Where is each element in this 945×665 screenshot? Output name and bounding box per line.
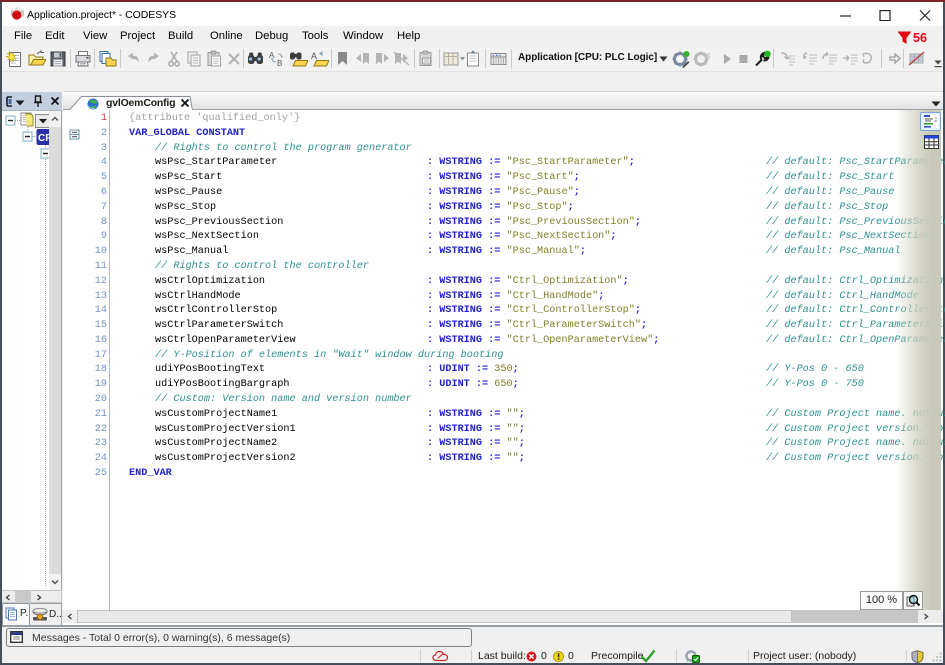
svg-text:A: A <box>311 51 317 61</box>
svg-text:B: B <box>277 59 282 68</box>
